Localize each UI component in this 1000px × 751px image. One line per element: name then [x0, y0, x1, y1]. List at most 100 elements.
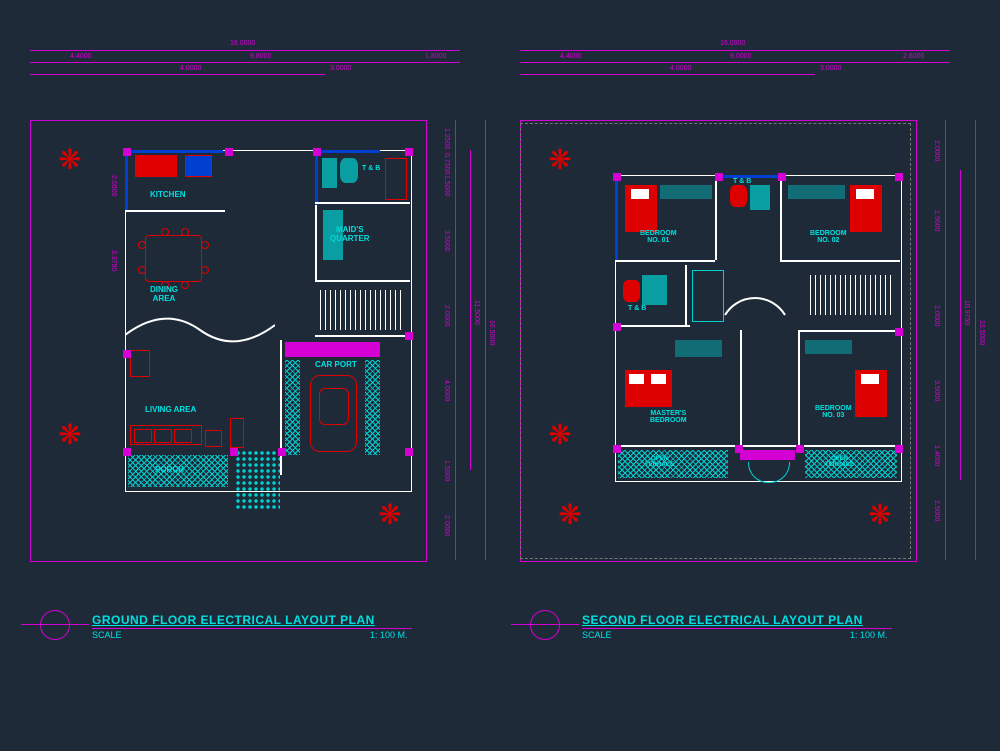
- dim-label: 9.0000: [730, 53, 751, 60]
- column: [613, 445, 621, 453]
- wall: [315, 280, 410, 282]
- bed-maid: [323, 210, 343, 260]
- gravel: [235, 450, 280, 510]
- column: [735, 445, 743, 453]
- dim-label: 0.7500: [443, 153, 450, 174]
- toilet-fixture: [340, 158, 358, 183]
- dim-label: 4.4000: [560, 53, 581, 60]
- dim-line: [30, 50, 460, 51]
- column: [715, 173, 723, 181]
- lintel: [285, 342, 380, 357]
- tree-icon: ❋: [55, 420, 85, 450]
- column: [230, 448, 238, 456]
- closet: [660, 185, 712, 199]
- column: [613, 323, 621, 331]
- sink-fixture: [322, 158, 337, 188]
- terrace1-label: OPEN TERRACE: [645, 456, 674, 468]
- dim-label: 16.0000: [720, 40, 745, 47]
- closet2: [788, 185, 845, 199]
- title-marker-icon: [530, 610, 560, 640]
- living-label: LIVING AREA: [145, 405, 196, 414]
- wall: [780, 260, 900, 262]
- shower: [385, 158, 407, 200]
- dim-line: [520, 74, 815, 75]
- dim-label: 2.6000: [903, 53, 924, 60]
- wall: [315, 202, 410, 204]
- scale-label: SCALE: [92, 630, 122, 640]
- bedroom2-label: BEDROOM NO. 02: [810, 230, 847, 244]
- dim-label: 15.5000: [978, 320, 985, 345]
- dim-label: 9.8000: [250, 53, 271, 60]
- dim-label: 1.9000: [933, 210, 940, 231]
- dim-label: 16.5000: [488, 320, 495, 345]
- master-bed: [625, 370, 672, 407]
- dim-line: [520, 62, 950, 63]
- armchair: [130, 350, 150, 377]
- dim-label: 3.5000: [443, 230, 450, 251]
- closet-master: [675, 340, 722, 357]
- column: [405, 448, 413, 456]
- dim-line: [30, 62, 460, 63]
- hall-arc: [715, 250, 795, 320]
- dim-label: 1.5000: [443, 175, 450, 196]
- tree-icon: ❋: [545, 145, 575, 175]
- title-underline: [92, 628, 412, 629]
- wall: [315, 205, 317, 280]
- shower3: [642, 275, 667, 305]
- dim-label: 4.0000: [180, 65, 201, 72]
- column: [796, 445, 804, 453]
- column: [123, 350, 131, 358]
- wall: [125, 150, 128, 210]
- sofa: [130, 425, 202, 445]
- dim-label: 2.0000: [933, 305, 940, 326]
- wall: [780, 175, 782, 260]
- dim-label: 3.0000: [330, 65, 351, 72]
- cabinet: [135, 155, 177, 177]
- dim-label: 3.0000: [820, 65, 841, 72]
- toilet3: [623, 280, 640, 302]
- terrace2-label: OPEN TERRACE: [825, 456, 854, 468]
- column: [405, 148, 413, 156]
- column: [225, 148, 233, 156]
- side-table: [205, 430, 222, 447]
- dim-label: 11.5000: [473, 300, 480, 325]
- bedroom1-label: BEDROOM NO. 01: [640, 230, 677, 244]
- kitchen-label: KITCHEN: [150, 190, 186, 199]
- column: [313, 148, 321, 156]
- stair2: [810, 275, 895, 315]
- column: [895, 328, 903, 336]
- tb2-label: T & B: [733, 178, 751, 185]
- dim-line: [470, 150, 471, 470]
- dining-table: [145, 235, 202, 282]
- wall: [125, 210, 225, 212]
- hatch: [365, 360, 380, 455]
- wall: [128, 150, 223, 153]
- dim-label: 4.0000: [670, 65, 691, 72]
- dim-total-top: 16.0000: [230, 40, 255, 47]
- column: [778, 173, 786, 181]
- bed2: [850, 185, 882, 232]
- dim-line: [485, 120, 486, 560]
- column: [123, 448, 131, 456]
- dim-label: 1.2500: [443, 128, 450, 149]
- dim-label: 4.0000: [443, 380, 450, 401]
- shower2: [750, 185, 770, 210]
- stove: [185, 155, 212, 177]
- hatch: [285, 360, 300, 455]
- dim-label: 10.9750: [963, 300, 970, 325]
- dining-label: DINING AREA: [150, 285, 178, 303]
- car: [310, 375, 357, 452]
- dim-line: [975, 120, 976, 560]
- stair: [320, 290, 405, 330]
- column: [123, 148, 131, 156]
- column: [405, 332, 413, 340]
- dim-label: 2.0000: [933, 140, 940, 161]
- cabinet2: [230, 418, 244, 448]
- title-underline: [582, 628, 892, 629]
- wall: [315, 335, 410, 337]
- porch-label: PORCH: [155, 465, 184, 474]
- masters-label: MASTER'S BEDROOM: [650, 410, 687, 424]
- title-marker-icon: [40, 610, 70, 640]
- dim-line: [520, 50, 950, 51]
- column: [895, 445, 903, 453]
